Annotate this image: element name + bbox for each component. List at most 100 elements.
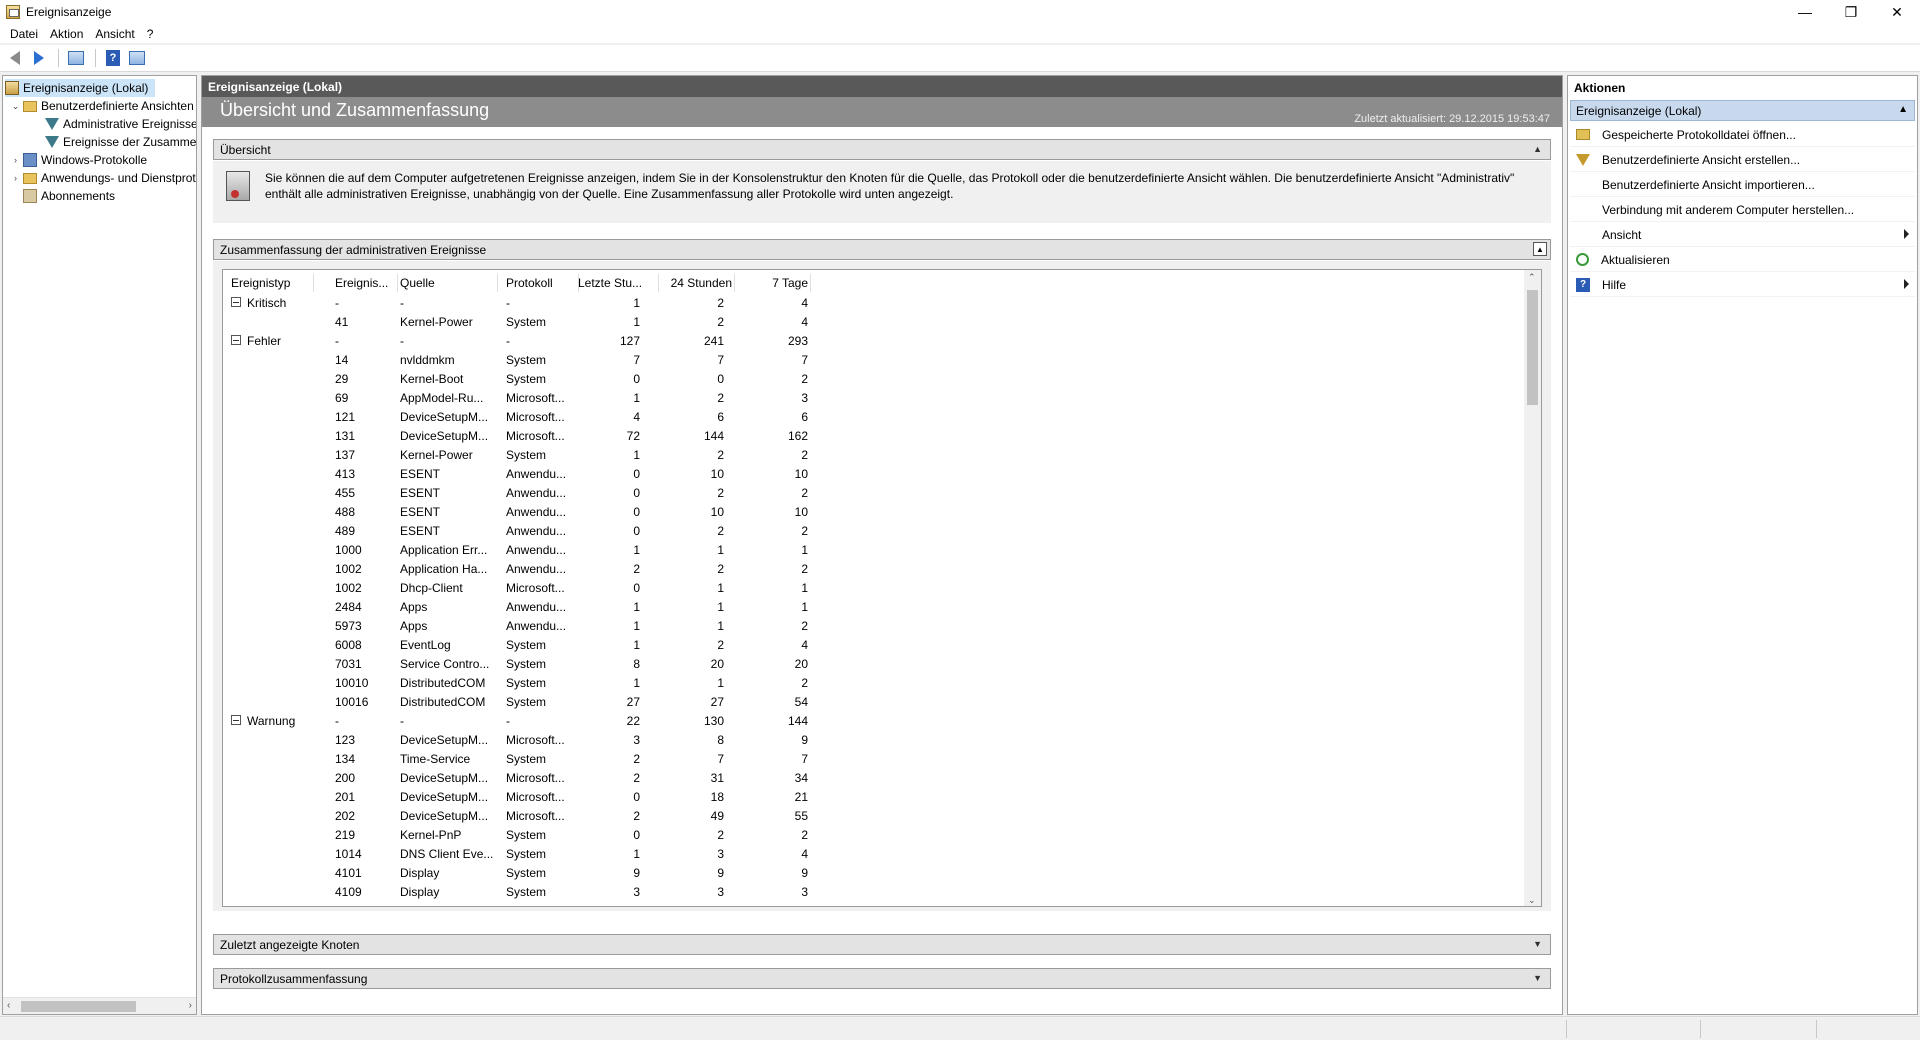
menu-help[interactable]: ? [141, 27, 160, 41]
collapse-group-icon[interactable] [231, 715, 241, 725]
table-row[interactable]: 202 DeviceSetupM... Microsoft... 2 49 55 [223, 807, 1518, 826]
action-hilfe[interactable]: ? Hilfe [1570, 273, 1915, 297]
actions-section-event-viewer-local[interactable]: Ereignisanzeige (Lokal) ▲ [1570, 100, 1915, 121]
col-event-type-header[interactable]: Ereignistyp [231, 276, 311, 290]
column-separator[interactable] [497, 274, 498, 292]
table-row[interactable]: 137 Kernel-Power System 1 2 2 [223, 446, 1518, 465]
table-row[interactable]: 201 DeviceSetupM... Microsoft... 0 18 21 [223, 788, 1518, 807]
action-benutzerdefinierte-ansicht-importieren[interactable]: Benutzerdefinierte Ansicht importieren..… [1570, 173, 1915, 197]
table-row[interactable]: 7031 Service Contro... System 8 20 20 [223, 655, 1518, 674]
column-separator[interactable] [313, 274, 314, 292]
table-row[interactable]: 488 ESENT Anwendu... 0 10 10 [223, 503, 1518, 522]
table-row[interactable]: 10016 DistributedCOM System 27 27 54 [223, 693, 1518, 712]
table-vertical-scrollbar[interactable]: ⌃ ⌄ [1524, 270, 1541, 906]
help-toolbar-button[interactable]: ? [102, 47, 124, 69]
table-row[interactable]: 41 Kernel-Power System 1 2 4 [223, 313, 1518, 332]
collapse-group-icon[interactable] [231, 335, 241, 345]
minimize-button[interactable]: — [1782, 0, 1828, 24]
table-group-row[interactable]: Fehler - - - 127 241 293 [223, 332, 1518, 351]
tree-horizontal-scrollbar[interactable]: ‹ › [3, 997, 196, 1014]
chevron-down-icon[interactable]: ⌄ [11, 101, 20, 111]
table-row[interactable]: 10010 DistributedCOM System 1 1 2 [223, 674, 1518, 693]
col-source-header[interactable]: Quelle [400, 276, 495, 290]
chevron-right-icon[interactable]: › [11, 155, 20, 165]
table-row[interactable]: 489 ESENT Anwendu... 0 2 2 [223, 522, 1518, 541]
overview-section-header[interactable]: Übersicht ▲ [213, 139, 1551, 160]
collapse-icon[interactable]: ▲ [1533, 144, 1542, 154]
table-row[interactable]: 2484 Apps Anwendu... 1 1 1 [223, 598, 1518, 617]
tree-item-custom-views[interactable]: ⌄ Benutzerdefinierte Ansichten [11, 97, 194, 115]
table-row[interactable]: 134 Time-Service System 2 7 7 [223, 750, 1518, 769]
table-row[interactable]: 4101 Display System 9 9 9 [223, 864, 1518, 883]
scroll-up-icon[interactable]: ⌃ [1528, 272, 1536, 283]
show-hide-action-pane-button[interactable] [126, 47, 148, 69]
tree-item-windows-logs[interactable]: › Windows-Protokolle [11, 151, 147, 169]
admin-summary-section-header[interactable]: Zusammenfassung der administrativen Erei… [213, 239, 1551, 260]
table-row[interactable]: 123 DeviceSetupM... Microsoft... 3 8 9 [223, 731, 1518, 750]
scroll-left-icon[interactable]: ‹ [7, 1000, 10, 1011]
expand-icon[interactable]: ▼ [1533, 939, 1542, 949]
action-gespeicherte-protokolldatei-öffnen[interactable]: Gespeicherte Protokolldatei öffnen... [1570, 123, 1915, 147]
collapse-icon[interactable]: ▲ [1898, 104, 1908, 115]
table-row[interactable]: 200 DeviceSetupM... Microsoft... 2 31 34 [223, 769, 1518, 788]
menu-action[interactable]: Aktion [44, 27, 89, 41]
expand-icon[interactable]: ▼ [1533, 973, 1542, 983]
action-aktualisieren[interactable]: Aktualisieren [1570, 248, 1915, 272]
tree-item-app-service-logs[interactable]: › Anwendungs- und Dienstprotokolle [11, 169, 196, 187]
table-row[interactable]: 5973 Apps Anwendu... 1 1 2 [223, 617, 1518, 636]
scroll-right-icon[interactable]: › [189, 1000, 192, 1011]
close-button[interactable]: ✕ [1874, 0, 1920, 24]
action-ansicht[interactable]: Ansicht [1570, 223, 1915, 247]
collapse-group-icon[interactable] [231, 297, 241, 307]
action-benutzerdefinierte-ansicht-erstellen[interactable]: Benutzerdefinierte Ansicht erstellen... [1570, 148, 1915, 172]
table-row[interactable]: 4109 Display System 3 3 3 [223, 883, 1518, 902]
cell-log: System [506, 638, 547, 652]
chevron-right-icon[interactable]: › [11, 173, 20, 183]
column-separator[interactable] [658, 274, 659, 292]
tree-item-admin-events[interactable]: Administrative Ereignisse [45, 115, 196, 133]
col-7-days-header[interactable]: 7 Tage [738, 276, 808, 290]
table-row[interactable]: 1000 Application Err... Anwendu... 1 1 1 [223, 541, 1518, 560]
scrollbar-thumb[interactable] [21, 1001, 136, 1012]
cell-7-days: 2 [801, 524, 808, 538]
scroll-down-icon[interactable]: ⌄ [1528, 895, 1536, 906]
cell-log: System [506, 828, 547, 842]
recent-nodes-section-header[interactable]: Zuletzt angezeigte Knoten ▼ [213, 934, 1551, 955]
table-row[interactable]: 121 DeviceSetupM... Microsoft... 4 6 6 [223, 408, 1518, 427]
column-separator[interactable] [397, 274, 398, 292]
table-row[interactable]: 413 ESENT Anwendu... 0 10 10 [223, 465, 1518, 484]
action-verbindung-mit-anderem-computer-herstellen[interactable]: Verbindung mit anderem Computer herstell… [1570, 198, 1915, 222]
show-hide-console-tree-button[interactable] [65, 47, 87, 69]
table-row[interactable]: 14 nvlddmkm System 7 7 7 [223, 351, 1518, 370]
restore-button[interactable]: ❐ [1828, 0, 1874, 24]
table-row[interactable]: 1002 Dhcp-Client Microsoft... 0 1 1 [223, 579, 1518, 598]
table-row[interactable]: 455 ESENT Anwendu... 0 2 2 [223, 484, 1518, 503]
col-24-hours-header[interactable]: 24 Stunden [660, 276, 732, 290]
collapse-icon[interactable]: ▲ [1533, 242, 1547, 256]
tree-item-subscriptions[interactable]: Abonnements [23, 187, 115, 205]
col-last-hour-header[interactable]: Letzte Stu... [578, 276, 656, 290]
cell-last-hour: 2 [633, 562, 640, 576]
menu-view[interactable]: Ansicht [89, 27, 140, 41]
scrollbar-thumb[interactable] [1527, 290, 1538, 405]
table-row[interactable]: 6008 EventLog System 1 2 4 [223, 636, 1518, 655]
back-button[interactable] [4, 47, 26, 69]
table-row[interactable]: 219 Kernel-PnP System 0 2 2 [223, 826, 1518, 845]
table-group-row[interactable]: Warnung - - - 22 130 144 [223, 712, 1518, 731]
table-row[interactable]: 1002 Application Ha... Anwendu... 2 2 2 [223, 560, 1518, 579]
menu-file[interactable]: Datei [4, 27, 44, 41]
log-summary-section-header[interactable]: Protokollzusammenfassung ▼ [213, 968, 1551, 989]
table-row[interactable]: 1014 DNS Client Eve... System 1 3 4 [223, 845, 1518, 864]
col-log-header[interactable]: Protokoll [506, 276, 576, 290]
column-separator[interactable] [810, 274, 811, 292]
col-event-id-header[interactable]: Ereignis... [335, 276, 395, 290]
table-group-row[interactable]: Kritisch - - - 1 2 4 [223, 294, 1518, 313]
column-separator[interactable] [734, 274, 735, 292]
tree-item-summary-events[interactable]: Ereignisse der Zusammenfassung [45, 133, 196, 151]
table-row[interactable]: 131 DeviceSetupM... Microsoft... 72 144 162 [223, 427, 1518, 446]
table-row[interactable]: 29 Kernel-Boot System 0 0 2 [223, 370, 1518, 389]
table-row[interactable]: 69 AppModel-Ru... Microsoft... 1 2 3 [223, 389, 1518, 408]
cell-event-id: 489 [335, 524, 356, 538]
forward-button[interactable] [28, 47, 50, 69]
tree-item-event-viewer-local[interactable]: Ereignisanzeige (Lokal) [5, 79, 155, 97]
